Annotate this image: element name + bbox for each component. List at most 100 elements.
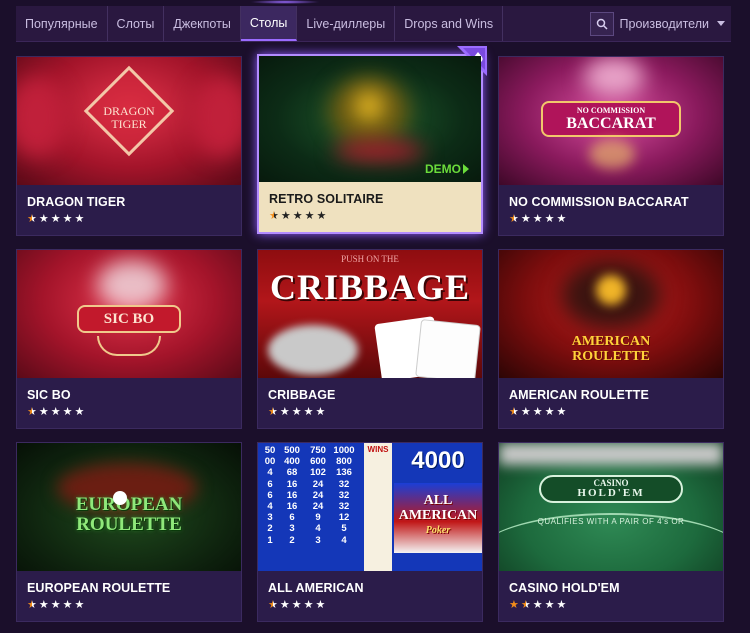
game-thumbnail: DEMO	[259, 56, 481, 182]
chevron-down-icon	[717, 21, 725, 26]
star-icon: ★	[509, 599, 519, 611]
rating-stars: ★ ★ ★ ★ ★	[509, 600, 713, 611]
game-thumbnail: DRAGON TIGER	[17, 57, 241, 185]
search-button[interactable]	[589, 11, 614, 36]
paytable-cell: 16	[286, 501, 298, 512]
game-card-casino-holdem[interactable]: CASINO HOLD'EM QUALIFIES WITH A PAIR OF …	[498, 442, 724, 622]
star-icon: ★	[544, 599, 555, 611]
american-roulette-logo: AMERICAN ROULETTE	[571, 334, 651, 364]
star-icon: ★	[509, 406, 519, 418]
star-icon: ★	[532, 599, 543, 611]
tab-tables[interactable]: Столы	[240, 6, 298, 41]
paytable-cell: 1000	[333, 445, 355, 456]
star-icon: ★	[544, 213, 555, 225]
rating-stars: ★ ★ ★ ★ ★	[269, 211, 471, 222]
paytable-cell: 2	[267, 523, 273, 535]
paytable-cell: 50	[264, 445, 276, 456]
game-thumbnail: CASINO HOLD'EM QUALIFIES WITH A PAIR OF …	[499, 443, 723, 571]
all-american-logo: ALL AMERICAN Poker	[398, 493, 478, 536]
game-title: SIC BO	[27, 388, 71, 402]
tab-slots[interactable]: Слоты	[108, 6, 165, 41]
rating-stars: ★ ★ ★ ★ ★	[268, 600, 472, 611]
paytable-cell: 400	[284, 456, 300, 468]
paytable-cell: 600	[310, 456, 326, 468]
star-icon: ★	[279, 406, 290, 418]
star-icon: ★	[532, 213, 543, 225]
game-thumbnail: AMERICAN ROULETTE	[499, 250, 723, 378]
paytable-cell: 4	[267, 501, 273, 512]
game-title: DRAGON TIGER	[27, 195, 126, 209]
big-win-number: 4000	[411, 447, 465, 474]
star-icon: ★	[520, 599, 531, 611]
paytable-cell: 9	[315, 512, 321, 524]
game-thumbnail: PUSH ON THE CRIBBAGE	[258, 250, 482, 378]
game-card-sic-bo[interactable]: SIC BO SIC BO ★ ★ ★ ★ ★	[16, 249, 242, 429]
game-card-no-commission-baccarat[interactable]: NO COMMISSION BACCARAT NO COMMISSION BAC…	[498, 56, 724, 236]
game-card-all-american[interactable]: 5050075010001000004006008001704681021364…	[257, 442, 483, 622]
star-icon: ★	[316, 210, 327, 222]
star-icon: ★	[279, 599, 290, 611]
tab-popular[interactable]: Популярные	[16, 6, 108, 41]
rating-stars: ★ ★ ★ ★ ★	[27, 407, 231, 418]
star-icon: ★	[269, 210, 279, 222]
paytable-cell: 12	[338, 512, 350, 524]
paytable-cell: 5	[341, 523, 347, 535]
paytable-cell: 32	[338, 478, 350, 490]
casino-holdem-logo: CASINO HOLD'EM	[539, 475, 683, 503]
star-icon: ★	[304, 210, 315, 222]
paytable-cell: 68	[286, 467, 298, 479]
tab-drops-and-wins[interactable]: Drops and Wins	[395, 6, 504, 41]
paytable-cell: 16	[286, 478, 298, 490]
rating-stars: ★ ★ ★ ★ ★	[509, 214, 713, 225]
paytable-cell: 4	[341, 534, 347, 546]
game-title: RETRO SOLITAIRE	[269, 192, 384, 206]
star-icon: ★	[544, 406, 555, 418]
dragon-tiger-logo-text: DRAGON TIGER	[103, 104, 155, 131]
star-icon: ★	[556, 599, 567, 611]
play-arrow-icon	[463, 164, 469, 174]
paytable-cell: 16	[286, 489, 298, 501]
star-icon: ★	[74, 599, 85, 611]
providers-label: Производители	[619, 16, 709, 31]
cribbage-logo: CRIBBAGE	[269, 267, 471, 307]
star-icon: ★	[74, 406, 85, 418]
rating-stars: ★ ★ ★ ★ ★	[27, 214, 231, 225]
search-icon	[596, 18, 608, 30]
paytable-cell: 4	[267, 467, 273, 479]
rating-stars: ★ ★ ★ ★ ★	[27, 600, 231, 611]
star-icon: ★	[50, 599, 61, 611]
star-icon: ★	[509, 213, 519, 225]
game-grid: DRAGONTIGER DRAGON TIGER ★★★★★ DEMO	[16, 46, 726, 622]
paytable-cell: 6	[267, 489, 273, 501]
tab-jackpots[interactable]: Джекпоты	[164, 6, 241, 41]
game-thumbnail: EUROPEAN ROULETTE	[17, 443, 241, 571]
paytable-cell: 3	[267, 512, 273, 524]
game-title: CASINO HOLD'EM	[509, 581, 620, 595]
game-card-american-roulette[interactable]: AMERICAN ROULETTE AMERICAN ROULETTE ★ ★ ★ ★…	[498, 249, 724, 429]
game-card-retro-solitaire[interactable]: DEMO RETRO SOLITAIRE ★ ★ ★ ★ ★	[257, 46, 487, 234]
paytable-cell: 6	[267, 478, 273, 490]
game-card-dragon-tiger[interactable]: DRAGON TIGER DRAGON TIGER ★ ★ ★ ★ ★	[16, 56, 242, 236]
star-icon: ★	[556, 406, 567, 418]
demo-button[interactable]: DEMO	[425, 162, 469, 176]
star-icon: ★	[38, 406, 49, 418]
paytable-cell: 2	[289, 534, 295, 546]
paytable-cell: 3	[289, 523, 295, 535]
paytable-cell: 24	[312, 501, 324, 512]
paytable-cell: 32	[338, 501, 350, 512]
paytable-cell: 24	[312, 478, 324, 490]
game-card-cribbage[interactable]: PUSH ON THE CRIBBAGE CRIBBAGE ★ ★ ★ ★ ★	[257, 249, 483, 429]
star-icon: ★	[74, 213, 85, 225]
star-icon: ★	[27, 599, 37, 611]
paytable-cell: 136	[336, 467, 352, 479]
star-icon: ★	[315, 599, 326, 611]
game-thumbnail: 5050075010001000004006008001704681021364…	[258, 443, 482, 571]
providers-dropdown[interactable]: Производители	[620, 17, 725, 31]
paytable-cell: 32	[338, 489, 350, 501]
european-roulette-logo: EUROPEAN ROULETTE	[75, 494, 183, 535]
star-icon: ★	[62, 406, 73, 418]
nav-right-controls: Производители	[589, 6, 731, 41]
game-card-european-roulette[interactable]: EUROPEAN ROULETTE EUROPEAN ROULETTE ★ ★ ★ ★…	[16, 442, 242, 622]
rating-stars: ★ ★ ★ ★ ★	[268, 407, 472, 418]
tab-live-dealers[interactable]: Live-диллеры	[297, 6, 396, 41]
